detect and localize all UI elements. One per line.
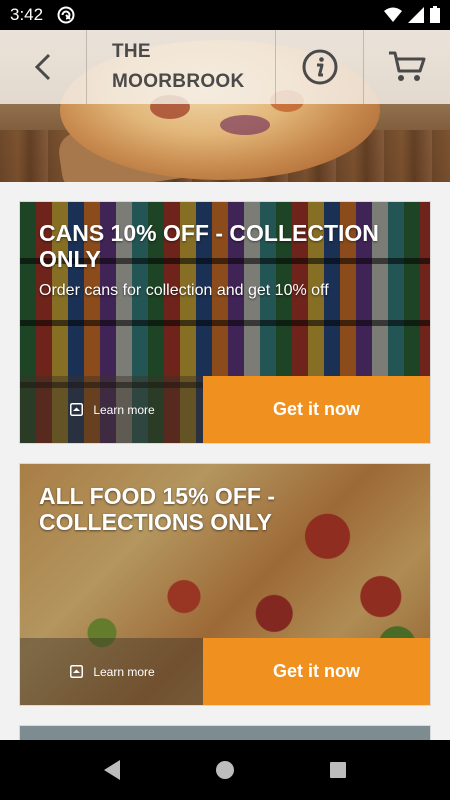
offer-title: ALL FOOD 15% OFF - COLLECTIONS ONLY (39, 483, 275, 535)
back-arrow-icon (34, 53, 51, 81)
nav-home-button[interactable] (213, 758, 237, 782)
learn-more-label: Learn more (93, 402, 155, 417)
get-it-now-button[interactable]: Get it now (203, 376, 430, 443)
offer-card-food[interactable]: ALL FOOD 15% OFF - COLLECTIONS ONLY Lear… (19, 463, 431, 706)
cellular-icon (408, 6, 424, 23)
offer-card-cans[interactable]: CANS 10% OFF - COLLECTION ONLY Order can… (19, 201, 431, 444)
learn-more-button[interactable]: Learn more (20, 376, 205, 443)
expand-up-icon (70, 665, 84, 678)
header-hero-image: THE MOORBROOK (0, 30, 450, 182)
recents-square-icon (330, 762, 346, 778)
cart-icon (389, 51, 426, 81)
venue-title: THE MOORBROOK (87, 30, 276, 104)
title-line-1: THE (112, 41, 151, 62)
home-circle-icon (216, 761, 234, 779)
info-icon (302, 49, 337, 85)
wifi-icon (384, 7, 402, 22)
cart-button[interactable] (364, 30, 450, 104)
nav-back-button[interactable] (100, 758, 124, 782)
learn-more-label: Learn more (93, 664, 155, 679)
offer-title: CANS 10% OFF - COLLECTION ONLY (39, 220, 379, 272)
status-time: 3:42 (10, 5, 44, 24)
get-it-now-button[interactable]: Get it now (203, 638, 430, 705)
expand-up-icon (70, 403, 84, 416)
app-screen: THE MOORBROOK CANS 10% OFF - COLLECTION … (0, 30, 450, 740)
toolbar: THE MOORBROOK (0, 30, 450, 104)
system-nav-bar (0, 740, 450, 800)
back-button[interactable] (0, 30, 87, 104)
app-notification-icon (57, 6, 75, 24)
learn-more-button[interactable]: Learn more (20, 638, 205, 705)
status-bar: 3:42 (0, 0, 450, 30)
info-button[interactable] (276, 30, 364, 104)
back-triangle-icon (104, 760, 120, 780)
offer-card-partial[interactable] (19, 725, 431, 740)
battery-icon (430, 6, 440, 23)
title-line-2: MOORBROOK (112, 71, 245, 92)
nav-recents-button[interactable] (326, 758, 350, 782)
offer-subtitle: Order cans for collection and get 10% of… (39, 282, 329, 299)
